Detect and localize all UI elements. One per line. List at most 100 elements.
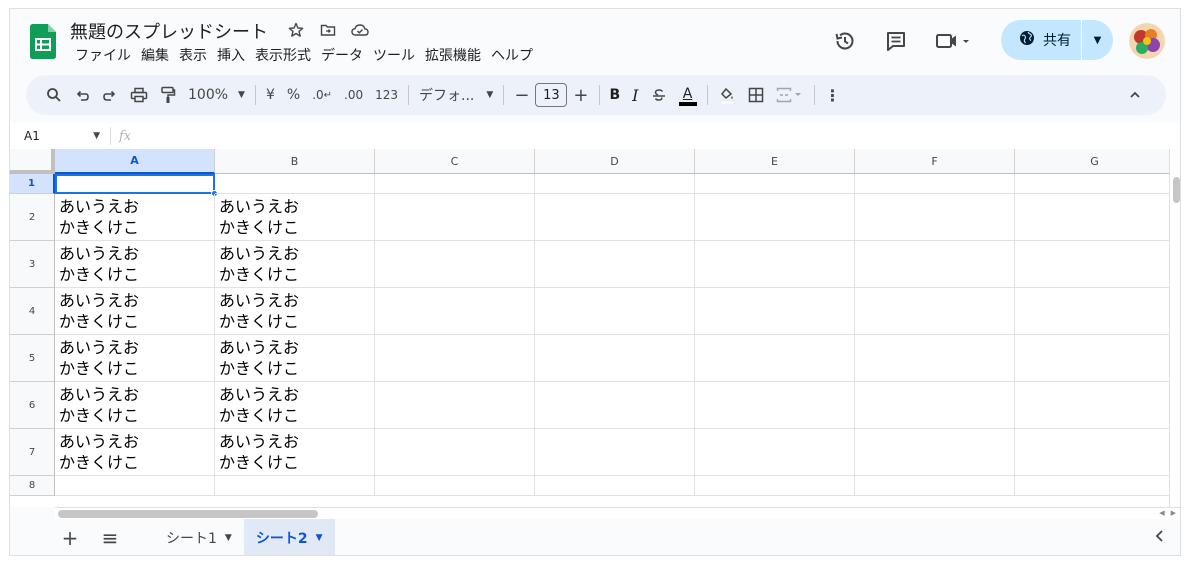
sheet-tab-1[interactable]: シート1 ▼ (154, 519, 244, 555)
name-box[interactable]: A1 ▼ (10, 129, 110, 143)
undo-icon[interactable] (68, 81, 96, 109)
cell-a2[interactable]: あいうえお かきくけこ (55, 194, 215, 241)
cell-f4[interactable] (855, 288, 1015, 335)
cell-d2[interactable] (535, 194, 695, 241)
add-sheet-icon[interactable]: + (50, 520, 90, 555)
google-sheets-logo[interactable] (30, 24, 56, 59)
cell-f2[interactable] (855, 194, 1015, 241)
avatar[interactable] (1129, 23, 1165, 59)
cell-f1[interactable] (855, 174, 1015, 194)
row-header-1[interactable]: 1 (10, 174, 55, 194)
cell-a4[interactable]: あいうえお かきくけこ (55, 288, 215, 335)
cell-d5[interactable] (535, 335, 695, 382)
vertical-scroll-thumb[interactable] (1173, 177, 1180, 203)
zoom-select[interactable]: 100% ▼ (182, 81, 251, 109)
redo-icon[interactable] (96, 81, 124, 109)
borders-icon[interactable] (742, 81, 770, 109)
cell-d4[interactable] (535, 288, 695, 335)
cell-f7[interactable] (855, 429, 1015, 476)
column-header-a[interactable]: A (55, 149, 215, 174)
cell-b6[interactable]: あいうえお かきくけこ (215, 382, 375, 429)
cell-f8[interactable] (855, 476, 1015, 496)
cell-c7[interactable] (375, 429, 535, 476)
row-header-7[interactable]: 7 (10, 429, 55, 476)
column-header-f[interactable]: F (855, 149, 1015, 174)
cell-e4[interactable] (695, 288, 855, 335)
scroll-right-icon[interactable]: ▶ (1171, 509, 1176, 517)
vertical-scrollbar[interactable] (1169, 149, 1180, 507)
formula-input[interactable] (131, 123, 1180, 149)
cell-b3[interactable]: あいうえお かきくけこ (215, 241, 375, 288)
cell-g3[interactable] (1015, 241, 1169, 288)
cell-c5[interactable] (375, 335, 535, 382)
cell-e1[interactable] (695, 174, 855, 194)
increase-decimal-button[interactable]: .00 (338, 81, 369, 109)
cell-c4[interactable] (375, 288, 535, 335)
cell-b7[interactable]: あいうえお かきくけこ (215, 429, 375, 476)
print-icon[interactable] (124, 81, 154, 109)
search-menus-icon[interactable] (40, 81, 68, 109)
cell-d8[interactable] (535, 476, 695, 496)
cell-c8[interactable] (375, 476, 535, 496)
menu-file[interactable]: ファイル (70, 46, 136, 66)
menu-format[interactable]: 表示形式 (250, 46, 316, 66)
cell-d7[interactable] (535, 429, 695, 476)
cell-a1[interactable] (55, 174, 215, 194)
share-button[interactable]: 共有 ▼ (1001, 20, 1113, 60)
cell-d3[interactable] (535, 241, 695, 288)
menu-tools[interactable]: ツール (368, 46, 420, 66)
row-header-6[interactable]: 6 (10, 382, 55, 429)
select-all-corner[interactable] (10, 149, 55, 174)
row-header-2[interactable]: 2 (10, 194, 55, 241)
decrease-font-size-button[interactable]: − (508, 81, 535, 109)
all-sheets-icon[interactable]: ≡ (90, 520, 130, 555)
more-options-icon[interactable]: ⋮ (819, 81, 847, 109)
cell-g4[interactable] (1015, 288, 1169, 335)
row-header-3[interactable]: 3 (10, 241, 55, 288)
row-header-5[interactable]: 5 (10, 335, 55, 382)
cell-c1[interactable] (375, 174, 535, 194)
bold-button[interactable]: B (604, 81, 627, 109)
row-header-8[interactable]: 8 (10, 476, 55, 496)
cell-a6[interactable]: あいうえお かきくけこ (55, 382, 215, 429)
star-icon[interactable] (286, 20, 306, 40)
side-panel-toggle-icon[interactable] (1154, 528, 1166, 547)
version-history-icon[interactable] (825, 21, 865, 61)
cell-b5[interactable]: あいうえお かきくけこ (215, 335, 375, 382)
cell-d6[interactable] (535, 382, 695, 429)
menu-edit[interactable]: 編集 (136, 46, 174, 66)
percent-format-button[interactable]: % (281, 81, 306, 109)
fill-color-icon[interactable] (712, 81, 742, 109)
menu-insert[interactable]: 挿入 (212, 46, 250, 66)
horizontal-scroll-thumb[interactable] (58, 510, 318, 518)
cell-f3[interactable] (855, 241, 1015, 288)
column-header-e[interactable]: E (695, 149, 855, 174)
number-format-button[interactable]: 123 (369, 81, 404, 109)
font-size-input[interactable]: 13 (535, 83, 568, 107)
cell-g1[interactable] (1015, 174, 1169, 194)
menu-view[interactable]: 表示 (174, 46, 212, 66)
text-color-button[interactable]: A (673, 81, 703, 109)
cell-b8[interactable] (215, 476, 375, 496)
document-title[interactable]: 無題のスプレッドシート (70, 18, 268, 44)
cell-e6[interactable] (695, 382, 855, 429)
cell-b4[interactable]: あいうえお かきくけこ (215, 288, 375, 335)
cell-e2[interactable] (695, 194, 855, 241)
comments-icon[interactable] (876, 21, 916, 61)
sheet-tab-2[interactable]: シート2 ▼ (243, 519, 335, 555)
cell-e8[interactable] (695, 476, 855, 496)
strikethrough-button[interactable] (645, 81, 673, 109)
move-to-folder-icon[interactable] (318, 20, 338, 40)
cell-g5[interactable] (1015, 335, 1169, 382)
cell-a7[interactable]: あいうえお かきくけこ (55, 429, 215, 476)
cell-e3[interactable] (695, 241, 855, 288)
column-header-d[interactable]: D (535, 149, 695, 174)
cell-f6[interactable] (855, 382, 1015, 429)
cell-g8[interactable] (1015, 476, 1169, 496)
column-header-c[interactable]: C (375, 149, 535, 174)
menu-data[interactable]: データ (316, 46, 368, 66)
horizontal-scrollbar[interactable]: ◀ ▶ (55, 507, 1180, 519)
cell-g6[interactable] (1015, 382, 1169, 429)
cell-c2[interactable] (375, 194, 535, 241)
cell-e5[interactable] (695, 335, 855, 382)
